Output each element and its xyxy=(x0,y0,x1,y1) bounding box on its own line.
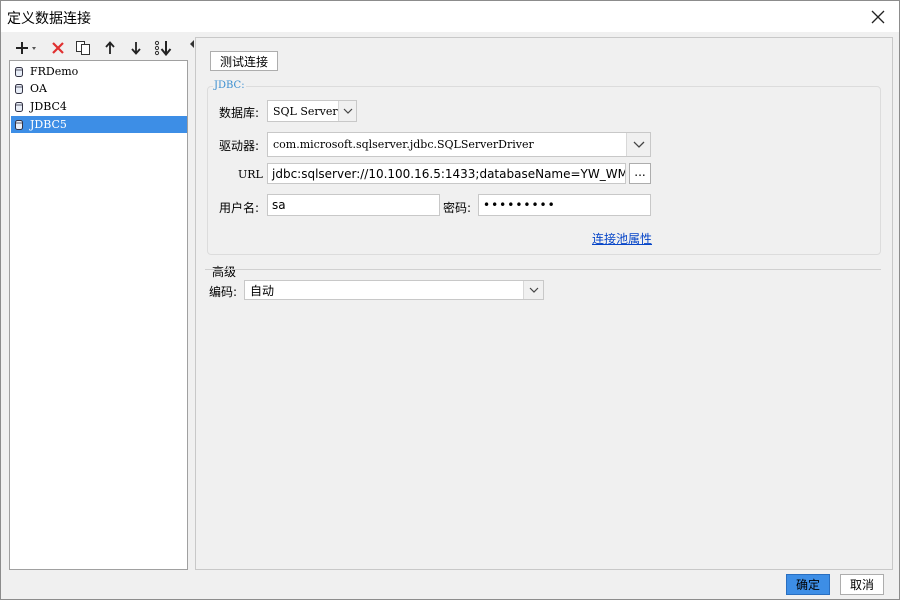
connection-list: FRDemo OA JDBC4 JDBC5 xyxy=(9,60,188,570)
move-down-icon xyxy=(131,42,141,55)
database-icon xyxy=(15,101,23,112)
cancel-button[interactable]: 取消 xyxy=(840,574,884,595)
driver-label: 驱动器: xyxy=(219,139,260,153)
copy-icon xyxy=(76,41,90,55)
chevron-down-icon xyxy=(529,287,538,293)
delete-icon xyxy=(52,42,64,54)
database-select[interactable]: SQL Server xyxy=(267,100,357,122)
connection-item-jdbc5[interactable]: JDBC5 xyxy=(11,116,187,133)
username-input[interactable]: sa xyxy=(267,194,440,216)
database-dropdown-button[interactable] xyxy=(338,101,356,121)
driver-select[interactable]: com.microsoft.sqlserver.jdbc.SQLServerDr… xyxy=(267,132,651,157)
database-icon xyxy=(15,119,23,130)
add-icon xyxy=(16,42,36,54)
url-browse-button[interactable]: ... xyxy=(629,163,651,184)
encoding-value: 自动 xyxy=(250,283,275,298)
ok-button[interactable]: 确定 xyxy=(786,574,830,595)
encoding-select[interactable]: 自动 xyxy=(244,280,544,300)
connection-label: OA xyxy=(30,82,47,95)
sort-icon xyxy=(154,40,172,56)
connection-label: FRDemo xyxy=(30,65,79,78)
connection-item-frdemo[interactable]: FRDemo xyxy=(11,63,187,80)
title-bar: 定义数据连接 xyxy=(1,1,899,32)
username-label: 用户名: xyxy=(219,201,260,215)
username-value: sa xyxy=(272,198,286,212)
database-icon xyxy=(15,83,23,94)
connection-item-oa[interactable]: OA xyxy=(11,80,187,97)
copy-connection-button[interactable] xyxy=(73,37,93,59)
sort-button[interactable] xyxy=(151,37,175,59)
data-connection-dialog: 定义数据连接 FRDemo OA JDBC4 JDBC5 测试连接 JDBC: … xyxy=(0,0,900,600)
encoding-dropdown-button[interactable] xyxy=(523,281,543,299)
move-up-button[interactable] xyxy=(100,37,120,59)
encoding-label: 编码: xyxy=(209,285,238,299)
test-connection-button[interactable]: 测试连接 xyxy=(210,51,278,71)
url-input[interactable]: jdbc:sqlserver://10.100.16.5:1433;databa… xyxy=(267,163,626,184)
url-label: URL xyxy=(238,168,263,181)
connection-label: JDBC4 xyxy=(30,100,67,113)
password-input[interactable]: ••••••••• xyxy=(478,194,651,216)
connection-pool-link[interactable]: 连接池属性 xyxy=(592,230,652,247)
advanced-header: 高级 xyxy=(212,265,237,279)
database-icon xyxy=(15,66,23,77)
url-value: jdbc:sqlserver://10.100.16.5:1433;databa… xyxy=(272,166,626,181)
pane-splitter[interactable] xyxy=(188,37,195,570)
collapse-left-icon xyxy=(190,40,194,48)
close-icon xyxy=(871,10,885,24)
connection-item-jdbc4[interactable]: JDBC4 xyxy=(11,98,187,115)
advanced-divider xyxy=(205,269,881,270)
delete-connection-button[interactable] xyxy=(48,37,68,59)
close-button[interactable] xyxy=(865,5,891,29)
driver-dropdown-button[interactable] xyxy=(626,133,650,156)
add-connection-button[interactable] xyxy=(14,37,40,59)
jdbc-group-label: JDBC: xyxy=(213,80,246,91)
database-value: SQL Server xyxy=(273,104,338,118)
chevron-down-icon xyxy=(633,141,644,148)
connection-label: JDBC5 xyxy=(30,118,67,131)
driver-value: com.microsoft.sqlserver.jdbc.SQLServerDr… xyxy=(273,138,534,151)
password-value: ••••••••• xyxy=(483,198,556,212)
connection-toolbar xyxy=(10,37,190,59)
password-label: 密码: xyxy=(443,201,472,215)
window-title: 定义数据连接 xyxy=(7,11,91,27)
move-up-icon xyxy=(105,41,115,54)
database-label: 数据库: xyxy=(219,106,260,120)
move-down-button[interactable] xyxy=(126,37,146,59)
chevron-down-icon xyxy=(343,108,352,114)
